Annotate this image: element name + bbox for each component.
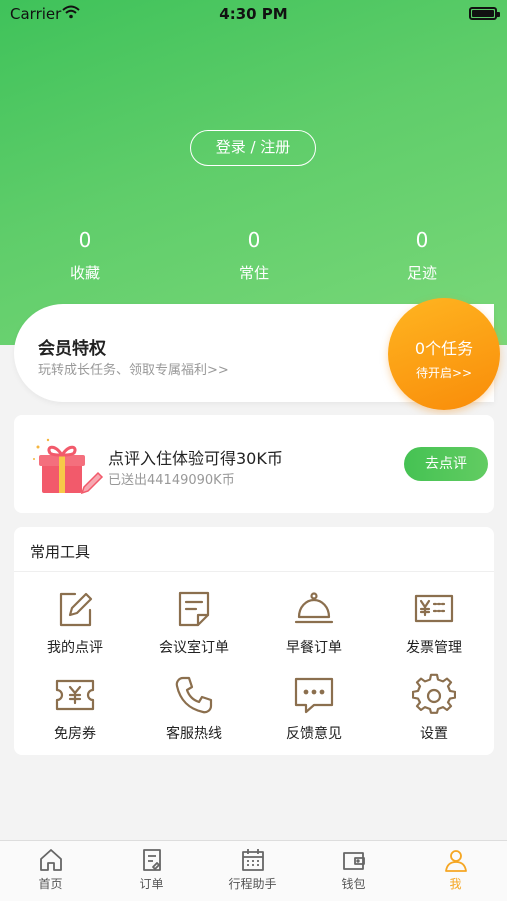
- tab-me[interactable]: 我: [405, 847, 506, 892]
- task-count: 0个任务: [414, 339, 474, 358]
- tab-orders[interactable]: 订单: [101, 847, 202, 892]
- chat-icon: [259, 673, 369, 717]
- tool-customer-hotline[interactable]: 客服热线: [139, 673, 249, 743]
- tab-wallet[interactable]: 钱包: [303, 847, 404, 892]
- stat-frequent-stay[interactable]: 0 常住: [194, 228, 314, 283]
- gift-icon: [32, 437, 104, 497]
- stat-value: 0: [415, 228, 429, 252]
- tab-label: 钱包: [341, 877, 366, 891]
- tab-label: 行程助手: [228, 877, 277, 891]
- tool-label: 早餐订单: [286, 640, 342, 656]
- task-badge-button[interactable]: 0个任务 待开启>>: [388, 298, 500, 410]
- common-tools-card: 常用工具 我的点评 会议室订单 早餐订单 发票管理 免房券 客服热线 反馈意见 …: [14, 527, 494, 755]
- tool-feedback[interactable]: 反馈意见: [259, 673, 369, 743]
- phone-icon: [139, 673, 249, 717]
- tool-invoice-management[interactable]: 发票管理: [379, 587, 489, 657]
- stat-label: 足迹: [406, 264, 437, 282]
- stat-favorites[interactable]: 0 收藏: [25, 228, 145, 283]
- battery-icon: [469, 7, 500, 20]
- tab-label: 首页: [38, 877, 63, 891]
- stat-footprint[interactable]: 0 足迹: [362, 228, 482, 283]
- tool-meeting-room-orders[interactable]: 会议室订单: [139, 587, 249, 657]
- tab-trip-assistant[interactable]: 行程助手: [202, 847, 303, 892]
- gear-icon: [379, 673, 489, 717]
- user-icon: [405, 847, 506, 873]
- tool-label: 客服热线: [166, 726, 222, 742]
- tool-my-reviews[interactable]: 我的点评: [20, 587, 130, 657]
- tool-label: 会议室订单: [159, 640, 229, 656]
- stat-value: 0: [247, 228, 261, 252]
- clock-label: 4:30 PM: [219, 5, 288, 23]
- status-bar: Carrier 4:30 PM: [0, 0, 507, 28]
- stat-value: 0: [78, 228, 92, 252]
- review-title: 点评入住体验可得30K币: [108, 449, 283, 468]
- calendar-icon: [202, 847, 303, 873]
- document-icon: [139, 587, 249, 631]
- tool-label: 反馈意见: [286, 726, 342, 742]
- go-review-button[interactable]: 去点评: [404, 447, 488, 481]
- member-subtitle: 玩转成长任务、领取专属福利>>: [38, 363, 229, 378]
- stat-label: 常住: [238, 264, 269, 282]
- task-status: 待开启>>: [415, 366, 473, 380]
- tool-label: 发票管理: [406, 640, 462, 656]
- tool-free-room-coupon[interactable]: 免房券: [20, 673, 130, 743]
- login-register-button[interactable]: 登录 / 注册: [190, 130, 316, 166]
- tool-label: 设置: [420, 726, 448, 742]
- bottom-tab-bar: 首页 订单 行程助手 钱包 我: [0, 840, 507, 901]
- divider: [14, 571, 494, 572]
- order-icon: [101, 847, 202, 873]
- tab-label: 订单: [139, 877, 164, 891]
- edit-icon: [20, 587, 130, 631]
- invoice-icon: [379, 587, 489, 631]
- profile-header-background: [0, 0, 507, 345]
- member-title: 会员特权: [38, 339, 106, 359]
- tab-label: 我: [449, 877, 462, 891]
- cloche-icon: [259, 587, 369, 631]
- tool-label: 我的点评: [47, 640, 103, 656]
- home-icon: [0, 847, 101, 873]
- tab-home[interactable]: 首页: [0, 847, 101, 892]
- tool-settings[interactable]: 设置: [379, 673, 489, 743]
- review-subtitle: 已送出44149090K币: [108, 473, 235, 488]
- tool-breakfast-orders[interactable]: 早餐订单: [259, 587, 369, 657]
- tool-label: 免房券: [54, 726, 96, 742]
- stat-label: 收藏: [69, 264, 100, 282]
- ticket-icon: [20, 673, 130, 717]
- wallet-icon: [303, 847, 404, 873]
- tools-title: 常用工具: [30, 543, 91, 561]
- review-promo-card: 点评入住体验可得30K币 已送出44149090K币 去点评: [14, 415, 494, 513]
